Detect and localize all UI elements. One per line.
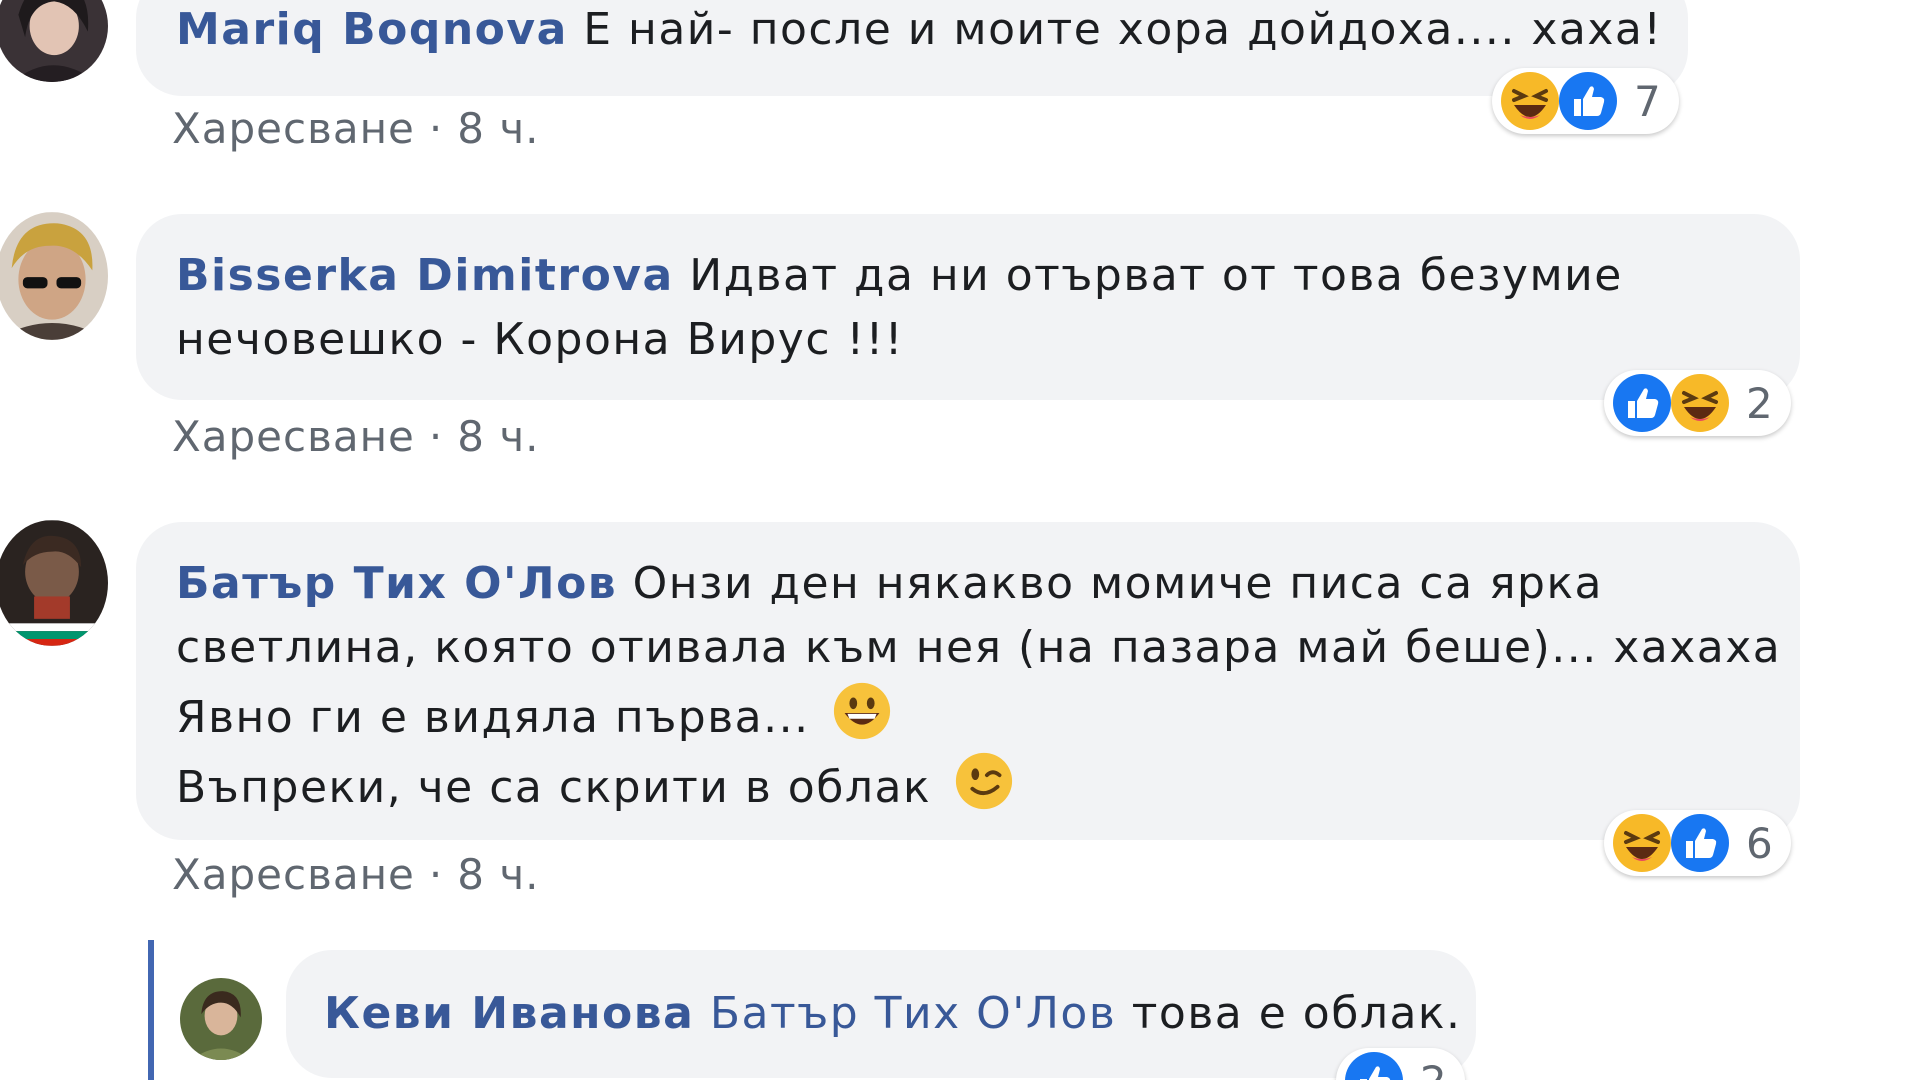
like-reaction-icon (1610, 371, 1674, 435)
avatar-mariq-boqnova[interactable] (0, 0, 108, 82)
reply-author[interactable]: Кеви Иванова (324, 988, 694, 1039)
comment-actions: Харесване · 8 ч. (172, 850, 540, 899)
comment-line: светлина, която отивала към нея (на паза… (176, 622, 1782, 673)
reply-line: Кеви Иванова Батър Тих О'Лов това е обла… (324, 982, 1460, 1046)
comment-text: Въпреки, че са скрити в облак (176, 762, 932, 813)
comment-timestamp[interactable]: 8 ч. (457, 412, 539, 461)
comment-author[interactable]: Bisserka Dimitrova (176, 250, 674, 301)
comment-author[interactable]: Батър Тих О'Лов (176, 558, 617, 609)
reply-bubble: Кеви Иванова Батър Тих О'Лов това е обла… (286, 950, 1476, 1078)
avatar-kevi-ivanova[interactable] (180, 978, 262, 1060)
avatar-image (180, 978, 262, 1060)
comment-bubble: Батър Тих О'Лов Онзи ден някакво момиче … (136, 522, 1800, 840)
comment-line: Bisserka Dimitrova Идват да ни отърват о… (176, 244, 1764, 308)
reply-mention-link[interactable]: Батър Тих О'Лов (710, 988, 1116, 1039)
separator-dot: · (428, 104, 444, 153)
reaction-summary[interactable]: 2 (1336, 1048, 1465, 1080)
comment-text: Явно ги е видяла първа... (176, 692, 810, 743)
like-link[interactable]: Харесване (172, 104, 415, 153)
avatar-bisserka-dimitrova[interactable] (0, 212, 108, 340)
like-link[interactable]: Харесване (172, 412, 415, 461)
comment-line: Батър Тих О'Лов Онзи ден някакво момиче … (176, 552, 1764, 616)
reaction-count: 7 (1634, 76, 1661, 126)
comment-text: Онзи ден някакво момиче писа са ярка (632, 558, 1604, 609)
comment-actions: Харесване · 8 ч. (172, 412, 540, 461)
comment-bubble: Bisserka Dimitrova Идват да ни отърват о… (136, 214, 1800, 400)
comment-text: Е най- после и моите хора дойдоха.... ха… (583, 4, 1663, 55)
reaction-count: 2 (1746, 378, 1773, 428)
avatar-image (0, 0, 108, 82)
reply-thread-line (148, 940, 154, 1080)
comment-timestamp[interactable]: 8 ч. (457, 104, 539, 153)
comment-line: нечовешко - Корона Вирус !!! (176, 314, 904, 365)
haha-reaction-icon (1668, 371, 1732, 435)
haha-reaction-icon (1498, 69, 1562, 133)
haha-reaction-icon (1610, 811, 1674, 875)
like-reaction-icon (1556, 69, 1620, 133)
comment-bubble: Mariq Boqnova Е най- после и моите хора … (136, 0, 1688, 96)
reaction-count: 6 (1746, 818, 1773, 868)
avatar-image (0, 520, 108, 646)
reaction-summary[interactable]: 2 (1604, 370, 1791, 436)
reaction-summary[interactable]: 6 (1604, 810, 1791, 876)
reaction-count: 2 (1420, 1057, 1447, 1080)
separator-dot: · (428, 412, 444, 461)
like-reaction-icon (1668, 811, 1732, 875)
comment-text: Идват да ни отърват от това безумие (689, 250, 1623, 301)
comment-actions: Харесване · 8 ч. (172, 104, 540, 153)
avatar-image (0, 212, 108, 340)
comment-timestamp[interactable]: 8 ч. (457, 850, 539, 899)
separator-dot: · (428, 850, 444, 899)
like-link[interactable]: Харесване (172, 850, 415, 899)
like-reaction-icon (1342, 1049, 1406, 1080)
comment-line: Явно ги е видяла първа... (176, 680, 1764, 750)
comments-section: Mariq Boqnova Е най- после и моите хора … (0, 0, 1920, 1080)
winking-face-icon (953, 750, 1015, 812)
reply-text: това е облак. (1131, 988, 1462, 1039)
comment-line: Въпреки, че са скрити в облак (176, 750, 1764, 820)
avatar-batar-tih-olov[interactable] (0, 520, 108, 646)
comment-line: Mariq Boqnova Е най- после и моите хора … (176, 0, 1661, 62)
reaction-summary[interactable]: 7 (1492, 68, 1679, 134)
comment-author[interactable]: Mariq Boqnova (176, 4, 568, 55)
grinning-face-icon (831, 680, 893, 742)
